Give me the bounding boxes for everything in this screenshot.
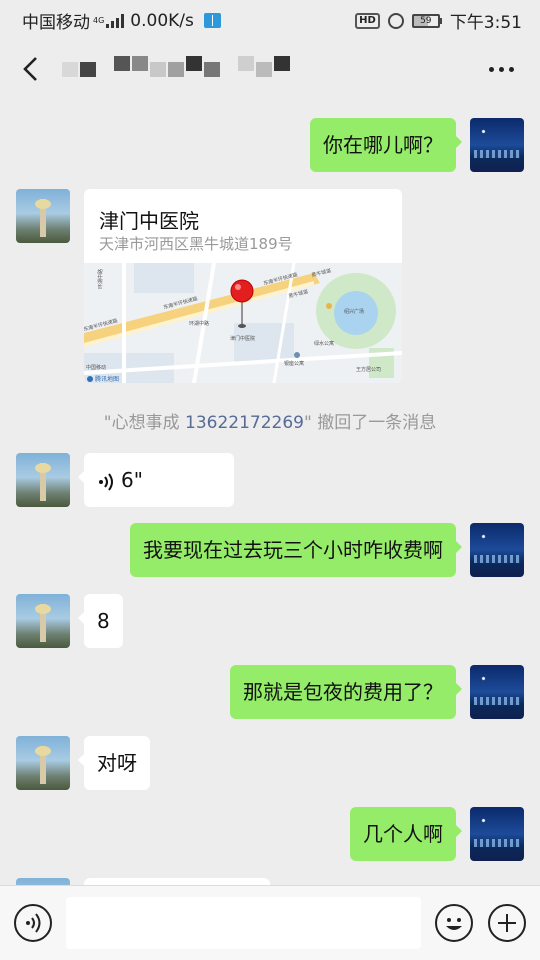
map-poi-label: 王方居公司 <box>356 366 381 373</box>
input-bar <box>0 885 540 960</box>
recall-suffix: " 撤回了一条消息 <box>303 413 437 433</box>
carrier-label: 中国移动 <box>22 13 90 33</box>
status-time: 下午3:51 <box>449 13 522 33</box>
map-poi-label: 绍兴广场 <box>344 308 364 315</box>
self-avatar[interactable] <box>470 807 524 861</box>
contact-avatar[interactable] <box>16 594 70 648</box>
contact-avatar[interactable] <box>16 189 70 243</box>
map-pin-icon <box>230 279 254 303</box>
message-bubble[interactable]: 那就是包夜的费用了？ <box>230 665 462 719</box>
recall-notice: "心想事成 13622172269" 撤回了一条消息 <box>0 408 540 433</box>
network-type: 4G <box>93 15 105 25</box>
voice-input-icon[interactable] <box>14 904 52 942</box>
emoji-icon[interactable] <box>435 904 473 942</box>
alarm-icon <box>387 12 404 29</box>
message-bubble[interactable]: 你在哪儿啊？ <box>310 118 462 172</box>
contact-avatar[interactable] <box>16 736 70 790</box>
message-bubble[interactable]: 8 <box>78 594 123 648</box>
battery-level: 59 <box>411 13 440 28</box>
location-address: 天津市河西区黑牛城道189号 <box>99 235 293 253</box>
location-name: 津门中医院 <box>99 209 199 233</box>
message-bubble[interactable]: 我要现在过去玩三个小时咋收费啊 <box>130 523 462 577</box>
message-bubble[interactable]: 几个人啊 <box>350 807 462 861</box>
battery-icon: 59 <box>411 13 442 28</box>
network-speed: 0.00K/s <box>130 10 194 31</box>
message-input[interactable] <box>66 897 421 949</box>
contact-avatar[interactable] <box>16 878 70 885</box>
message-bubble[interactable]: 对呀 <box>78 736 150 790</box>
map-poi-label: 绿水公寓 <box>314 340 334 347</box>
location-map: 东南半环快速路 东南半环快速路 东南半环快速路 黑牛城道 黑牛城道 环湖中路 环… <box>84 263 402 383</box>
chat-title-obscured <box>62 54 290 84</box>
self-avatar[interactable] <box>470 665 524 719</box>
voice-wave-icon <box>99 472 113 491</box>
recall-prefix: "心想事成 <box>103 413 185 433</box>
message-list[interactable]: 你在哪儿啊？ 津门中医院 天津市河西区黑牛城道189号 东南半环快速路 东南半环… <box>0 102 540 885</box>
voice-message-bubble[interactable]: 6" <box>78 453 234 507</box>
hd-badge: HD <box>355 12 380 29</box>
more-dots-icon[interactable] <box>486 54 516 84</box>
status-bar: 中国移动 4G 0.00K/s HD 59 下午3:51 <box>0 0 540 36</box>
map-road-label: 环湖中路 <box>189 320 209 327</box>
location-card[interactable]: 津门中医院 天津市河西区黑牛城道189号 东南半环快速路 东南半环快速路 东南半… <box>84 189 402 383</box>
self-avatar[interactable] <box>470 523 524 577</box>
message-bubble-partial[interactable] <box>84 878 270 885</box>
tencent-map-icon <box>87 376 93 382</box>
contact-avatar[interactable] <box>16 453 70 507</box>
map-poi-label: 中国移动 <box>86 364 106 371</box>
map-logo-label: 腾讯地图 <box>95 375 119 383</box>
map-road-label: 环湖中路 <box>97 269 104 289</box>
recall-phone-link[interactable]: 13622172269 <box>185 413 304 433</box>
map-poi-label: 银座公寓 <box>284 360 304 367</box>
self-avatar[interactable] <box>470 118 524 172</box>
plus-icon[interactable] <box>488 904 526 942</box>
book-icon <box>203 13 221 28</box>
signal-icon <box>106 13 125 28</box>
voice-duration: 6" <box>121 468 143 492</box>
chat-header <box>0 36 540 102</box>
chevron-left-icon[interactable] <box>18 54 44 84</box>
map-poi-label: 津门中医院 <box>230 335 255 342</box>
